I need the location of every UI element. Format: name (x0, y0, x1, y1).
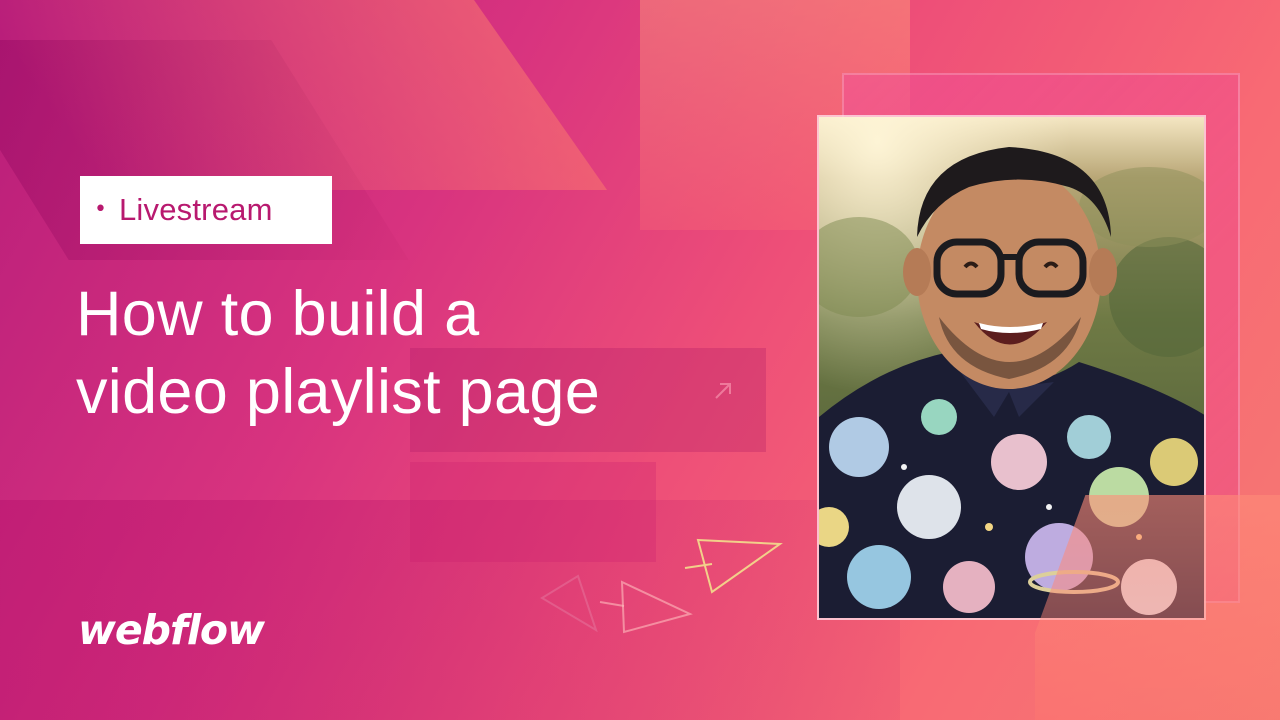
title-line-2: video playlist page (76, 357, 601, 427)
thumbnail-canvas: • Livestream How to build a video playli… (0, 0, 1280, 720)
badge-bullet: • (94, 197, 107, 222)
play-triangle-outline-icon (540, 538, 783, 634)
webflow-logo: webflow (78, 606, 265, 654)
arrow-outline-icon (715, 383, 731, 399)
title-line-1: How to build a (76, 279, 480, 349)
badge-label: Livestream (118, 192, 273, 227)
video-title: How to build a video playlist page (76, 275, 776, 431)
livestream-badge: • Livestream (80, 176, 332, 244)
background-stripe (0, 0, 608, 190)
